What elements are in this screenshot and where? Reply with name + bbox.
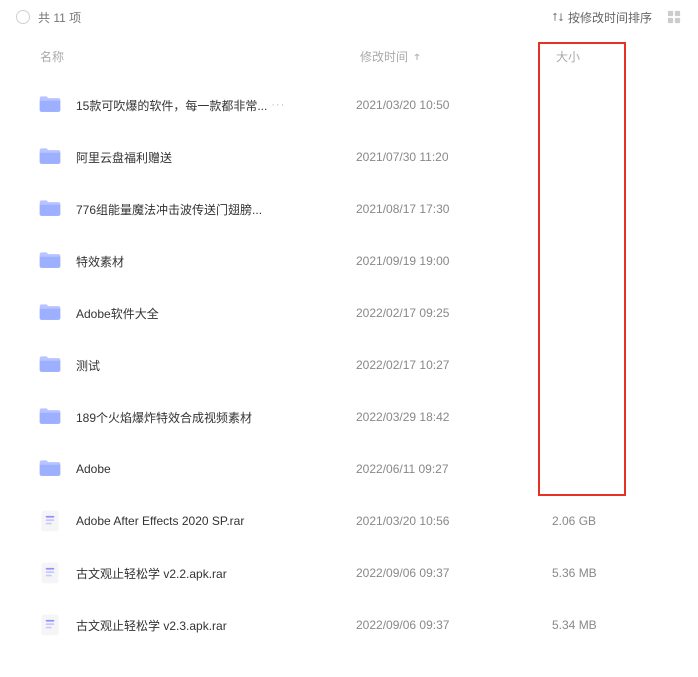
- item-name: 776组能量魔法冲击波传送门翅膀...: [76, 201, 262, 218]
- item-mtime: 2021/03/20 10:50: [356, 98, 536, 112]
- item-mtime: 2022/06/11 09:27: [356, 462, 536, 476]
- item-name: 测试: [76, 357, 100, 374]
- list-item[interactable]: 15款可吹爆的软件，每一款都非常... ··· 2021/03/20 10:50: [0, 79, 698, 131]
- item-mtime: 2021/07/30 11:20: [356, 150, 536, 164]
- view-toggle-grid[interactable]: [666, 9, 682, 25]
- file-icon: [36, 561, 64, 585]
- list-item[interactable]: Adobe软件大全 2022/02/17 09:25: [0, 287, 698, 339]
- list-item[interactable]: 古文观止轻松学 v2.2.apk.rar 2022/09/06 09:375.36…: [0, 547, 698, 599]
- file-icon: [36, 613, 64, 637]
- item-name: Adobe: [76, 462, 111, 476]
- column-header-mtime[interactable]: 修改时间: [360, 48, 540, 65]
- folder-icon: [36, 145, 64, 169]
- item-mtime: 2022/02/17 10:27: [356, 358, 536, 372]
- list-item[interactable]: 特效素材 2021/09/19 19:00: [0, 235, 698, 287]
- list-item[interactable]: Adobe After Effects 2020 SP.rar 2021/03/2…: [0, 495, 698, 547]
- column-size-label: 大小: [556, 48, 580, 65]
- sort-label: 按修改时间排序: [568, 9, 652, 26]
- item-mtime: 2021/08/17 17:30: [356, 202, 536, 216]
- item-name: 189个火焰爆炸特效合成视频素材: [76, 409, 252, 426]
- folder-icon: [36, 301, 64, 325]
- column-header-name[interactable]: 名称: [40, 48, 360, 65]
- folder-icon: [36, 249, 64, 273]
- item-size: 5.34 MB: [536, 618, 658, 632]
- item-name: Adobe软件大全: [76, 305, 159, 322]
- column-header-size[interactable]: 大小: [540, 48, 658, 65]
- item-mtime: 2022/09/06 09:37: [356, 566, 536, 580]
- list-item[interactable]: 古文观止轻松学 v2.3.apk.rar 2022/09/06 09:375.34…: [0, 599, 698, 651]
- column-name-label: 名称: [40, 48, 64, 65]
- file-list: 15款可吹爆的软件，每一款都非常... ··· 2021/03/20 10:50 阿里…: [0, 79, 698, 651]
- folder-icon: [36, 457, 64, 481]
- item-count-label: 共 11 项: [38, 9, 81, 26]
- item-name: 古文观止轻松学 v2.2.apk.rar: [76, 565, 227, 582]
- sort-asc-icon: [412, 52, 422, 62]
- folder-icon: [36, 405, 64, 429]
- list-item[interactable]: 阿里云盘福利赠送 2021/07/30 11:20: [0, 131, 698, 183]
- ellipsis-icon[interactable]: ···: [271, 99, 285, 111]
- item-name: 阿里云盘福利赠送: [76, 149, 172, 166]
- item-mtime: 2022/09/06 09:37: [356, 618, 536, 632]
- item-mtime: 2022/03/29 18:42: [356, 410, 536, 424]
- list-item[interactable]: 776组能量魔法冲击波传送门翅膀... 2021/08/17 17:30: [0, 183, 698, 235]
- item-name: Adobe After Effects 2020 SP.rar: [76, 514, 244, 528]
- list-item[interactable]: Adobe 2022/06/11 09:27: [0, 443, 698, 495]
- item-mtime: 2021/03/20 10:56: [356, 514, 536, 528]
- sort-button[interactable]: 按修改时间排序: [552, 9, 652, 26]
- item-size: 2.06 GB: [536, 514, 658, 528]
- item-name: 特效素材: [76, 253, 124, 270]
- file-icon: [36, 509, 64, 533]
- select-all-checkbox[interactable]: [16, 10, 30, 24]
- item-size: 5.36 MB: [536, 566, 658, 580]
- folder-icon: [36, 353, 64, 377]
- item-name: 古文观止轻松学 v2.3.apk.rar: [76, 617, 227, 634]
- sort-icon: [552, 11, 564, 23]
- item-name: 15款可吹爆的软件，每一款都非常...: [76, 97, 267, 114]
- list-item[interactable]: 189个火焰爆炸特效合成视频素材 2022/03/29 18:42: [0, 391, 698, 443]
- list-item[interactable]: 测试 2022/02/17 10:27: [0, 339, 698, 391]
- column-mtime-label: 修改时间: [360, 48, 408, 65]
- item-mtime: 2022/02/17 09:25: [356, 306, 536, 320]
- item-mtime: 2021/09/19 19:00: [356, 254, 536, 268]
- folder-icon: [36, 93, 64, 117]
- folder-icon: [36, 197, 64, 221]
